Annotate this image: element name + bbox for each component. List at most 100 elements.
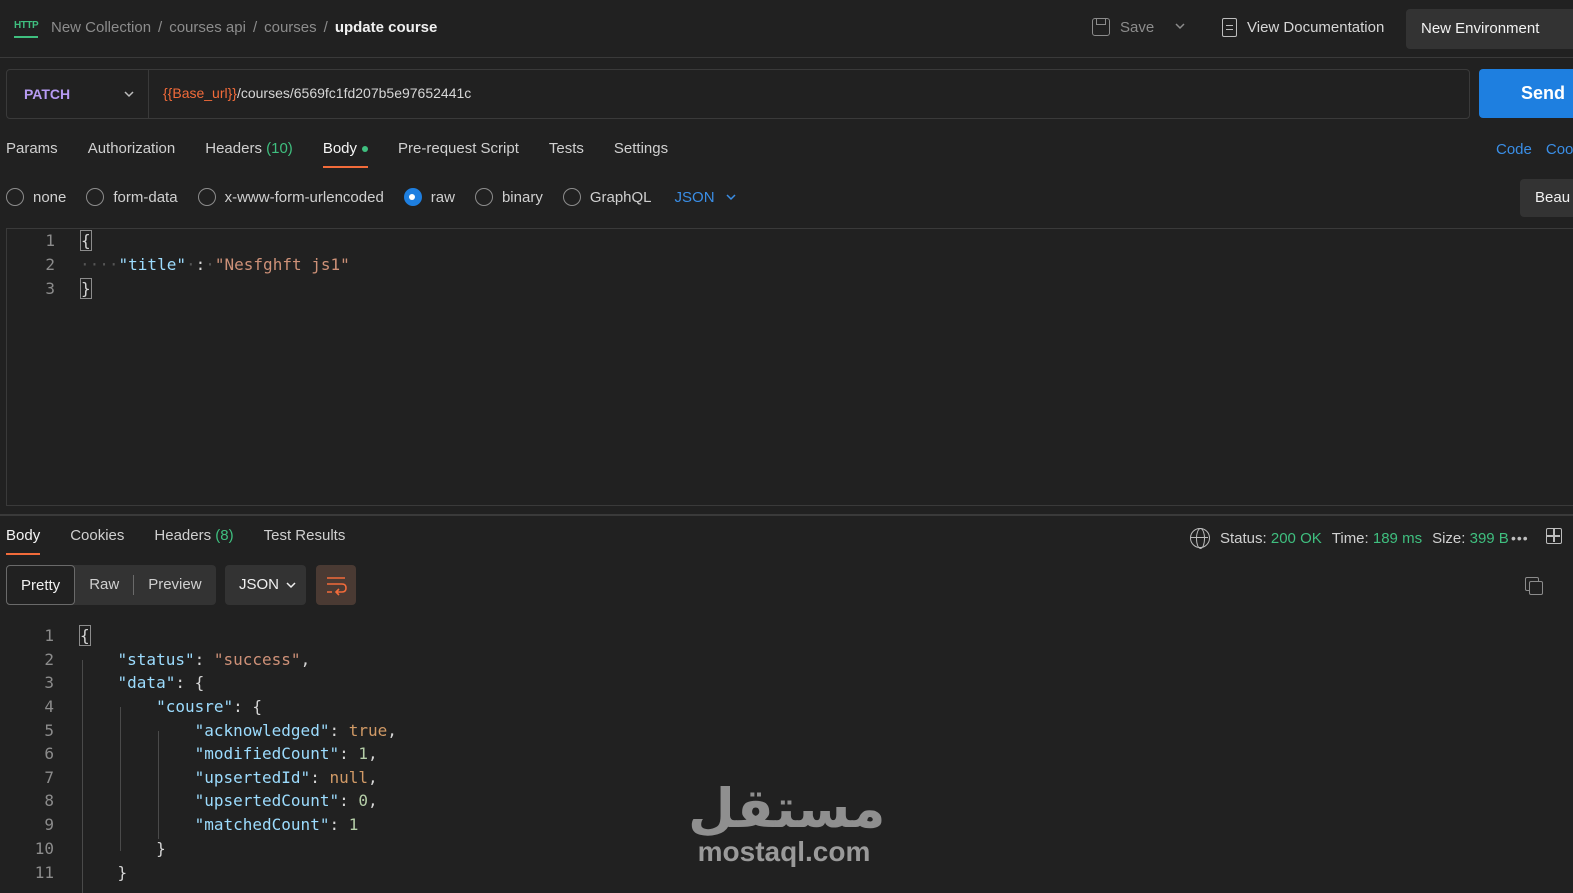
response-format-selector[interactable]: JSON: [225, 565, 306, 605]
json-number: 1: [348, 815, 359, 834]
url-bar: PATCH {{Base_url}}/courses/6569fc1fd207b…: [6, 69, 1470, 119]
send-button[interactable]: Send: [1479, 69, 1573, 118]
radio-graphql[interactable]: GraphQL: [562, 188, 652, 206]
line-number: 3: [44, 673, 54, 692]
breadcrumb-collection[interactable]: New Collection: [51, 19, 151, 36]
status-value[interactable]: 200 OK: [1271, 530, 1322, 547]
code-link[interactable]: Code: [1496, 141, 1532, 158]
chevron-down-icon[interactable]: [123, 88, 135, 100]
json-null: null: [329, 768, 368, 787]
radio-form-data[interactable]: form-data: [86, 188, 178, 206]
line-number: 1: [44, 626, 54, 645]
json-key: "upsertedId": [194, 768, 311, 787]
view-documentation-label: View Documentation: [1247, 19, 1385, 36]
line-number: 10: [34, 839, 54, 858]
json-key: "upsertedCount": [194, 791, 340, 810]
chevron-down-icon[interactable]: [1174, 20, 1186, 32]
globe-icon[interactable]: [1190, 528, 1210, 549]
status-label: Status:: [1220, 529, 1267, 547]
radio-label: raw: [430, 188, 455, 206]
side-links: Code Coo: [1496, 141, 1573, 158]
json-string: "Nesfghft js1": [214, 255, 350, 274]
top-bar: HTTP New Collection / courses api / courses /…: [0, 0, 1573, 58]
response-tab-headers-label: Headers: [154, 527, 212, 544]
size-label: Size:: [1432, 529, 1466, 547]
url-input[interactable]: {{Base_url}}/courses/6569fc1fd207b5e9765…: [163, 85, 471, 101]
response-tab-cookies[interactable]: Cookies: [70, 527, 124, 544]
json-key: "acknowledged": [194, 721, 330, 740]
request-body-editor[interactable]: 1{ 2 ····"title"·:·"Nesfghft js1" 3}: [6, 228, 1573, 506]
raw-format-label: JSON: [674, 188, 715, 206]
raw-format-selector[interactable]: JSON: [675, 189, 737, 206]
url-variable: {{Base_url}}: [163, 85, 237, 101]
response-view-toggle: Pretty Raw Preview: [6, 565, 216, 605]
more-options-icon[interactable]: •••: [1511, 530, 1529, 546]
line-number: 4: [44, 697, 54, 716]
view-raw[interactable]: Raw: [75, 565, 133, 605]
breadcrumb-folder[interactable]: courses api: [169, 19, 246, 36]
json-key: "data": [117, 673, 176, 692]
tab-authorization[interactable]: Authorization: [88, 140, 176, 170]
response-tab-test-results[interactable]: Test Results: [264, 527, 346, 544]
view-preview[interactable]: Preview: [134, 565, 215, 605]
watermark-latin: mostaql.com: [697, 836, 871, 867]
copy-icon[interactable]: [1525, 577, 1543, 595]
radio-circle: [474, 188, 493, 206]
json-string: "success": [213, 650, 301, 669]
line-number: 1: [45, 231, 55, 250]
environment-selector[interactable]: New Environment: [1406, 9, 1573, 49]
json-colon: :: [195, 255, 206, 274]
radio-raw[interactable]: raw: [403, 188, 455, 206]
beautify-button[interactable]: Beau: [1520, 179, 1573, 217]
tab-body-label: Body: [322, 140, 358, 157]
json-number: 0: [358, 791, 368, 810]
radio-label: none: [33, 188, 67, 206]
view-pretty[interactable]: Pretty: [6, 565, 76, 605]
line-number: 9: [44, 815, 54, 834]
radio-label: form-data: [113, 188, 178, 206]
radio-none[interactable]: none: [6, 188, 66, 206]
size-value[interactable]: 399 B: [1470, 530, 1509, 547]
cookies-link[interactable]: Coo: [1546, 141, 1573, 158]
radio-label: x-www-form-urlencoded: [224, 188, 384, 206]
breadcrumb: New Collection / courses api / courses / updat…: [51, 19, 438, 36]
json-key: "status": [117, 650, 195, 669]
body-indicator-dot: [362, 146, 369, 153]
request-name[interactable]: update course: [335, 19, 438, 36]
radio-label: binary: [501, 188, 543, 206]
response-tab-headers[interactable]: Headers (8): [154, 527, 233, 544]
radio-urlencoded[interactable]: x-www-form-urlencoded: [197, 188, 384, 206]
pane-splitter[interactable]: [0, 514, 1573, 516]
view-documentation-button[interactable]: View Documentation: [1222, 18, 1384, 37]
response-tabs: Body Cookies Headers (8) Test Results: [6, 527, 375, 555]
tab-params[interactable]: Params: [6, 140, 58, 170]
headers-count: (10): [266, 140, 293, 157]
wrap-lines-button[interactable]: [316, 565, 356, 605]
tab-tests[interactable]: Tests: [549, 140, 584, 170]
tab-prerequest-script[interactable]: Pre-request Script: [398, 140, 519, 170]
save-button[interactable]: Save: [1092, 18, 1154, 36]
tab-body[interactable]: Body: [322, 140, 369, 170]
layout-toggle-icon[interactable]: [1546, 528, 1562, 544]
radio-circle: [562, 188, 581, 206]
chevron-down-icon: [726, 194, 736, 201]
watermark-arabic: مستقل: [688, 779, 886, 839]
response-headers-count: (8): [215, 527, 234, 544]
radio-circle: [6, 188, 24, 206]
radio-circle: [86, 188, 105, 206]
time-label: Time:: [1331, 529, 1369, 547]
tab-headers[interactable]: Headers (10): [205, 140, 293, 170]
breadcrumb-subfolder[interactable]: courses: [264, 19, 317, 36]
code-brace: }: [80, 278, 92, 299]
code-brace: }: [156, 839, 166, 858]
response-status: Status: 200 OK Time: 189 ms Size: 399 B: [1190, 528, 1509, 549]
code-brace: {: [79, 625, 91, 646]
body-type-selector: none form-data x-www-form-urlencoded raw…: [6, 188, 737, 206]
code-brace: {: [80, 230, 92, 251]
line-number: 8: [44, 791, 54, 810]
radio-binary[interactable]: binary: [474, 188, 543, 206]
tab-settings[interactable]: Settings: [614, 140, 668, 170]
response-tab-body[interactable]: Body: [6, 527, 41, 555]
request-tabs: Params Authorization Headers (10) Body P…: [6, 140, 698, 170]
time-value[interactable]: 189 ms: [1373, 530, 1422, 547]
